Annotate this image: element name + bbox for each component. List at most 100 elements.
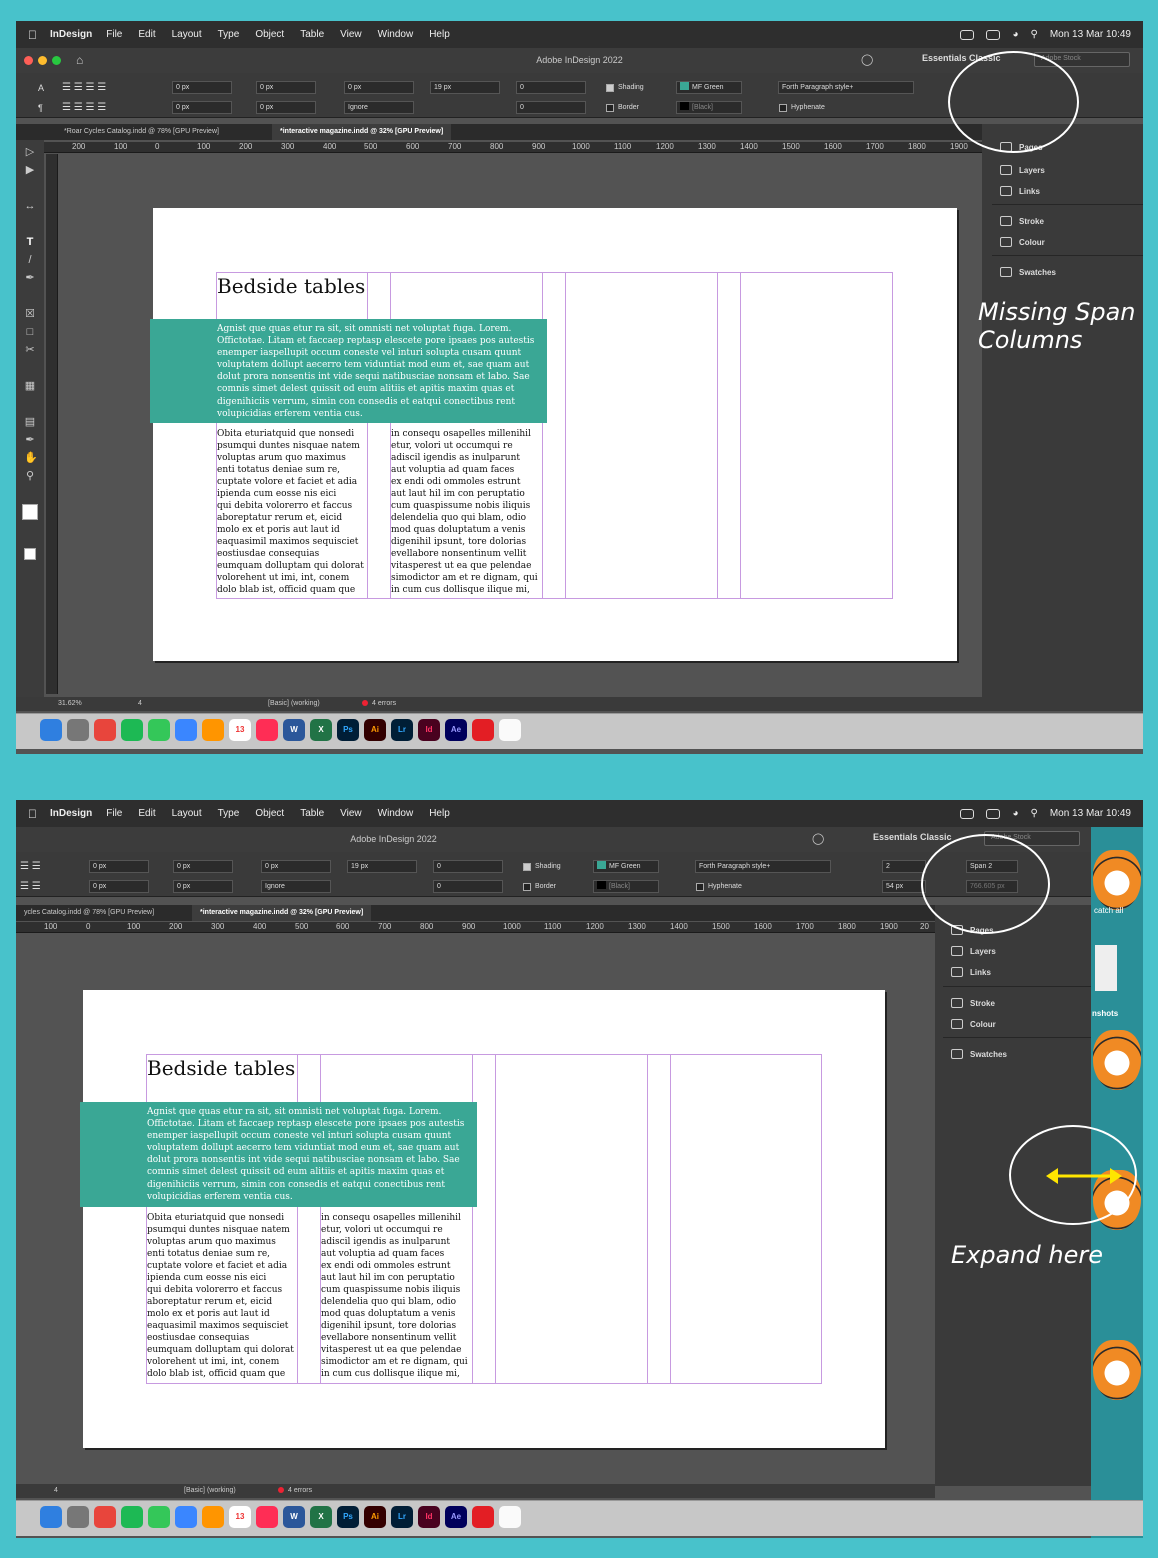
menu-help[interactable]: Help (429, 808, 450, 819)
note-tool-icon[interactable]: ▤ (24, 416, 36, 428)
hyphenate-checkbox[interactable] (696, 883, 704, 891)
chrome-icon[interactable] (94, 719, 116, 741)
shading-checkbox[interactable] (606, 84, 614, 92)
creative-cloud-icon[interactable] (960, 808, 975, 819)
direct-selection-tool-icon[interactable]: ▶ (24, 164, 36, 176)
gap-tool-icon[interactable]: ↔ (24, 200, 36, 212)
drop-cap-chars-field[interactable]: 0 (433, 880, 503, 893)
layers-panel-tab[interactable]: Layers (1000, 163, 1045, 177)
document-page[interactable]: Bedside tables Agnist que quas etur ra s… (80, 990, 885, 1448)
border-color-select[interactable]: [Black] (676, 101, 742, 114)
left-indent-field[interactable]: 0 px (172, 81, 232, 94)
body-column-1[interactable]: Obita eturiatquid que nonsedi psumqui du… (147, 1212, 303, 1384)
pen-tool-icon[interactable]: ✒ (24, 272, 36, 284)
tab-roar-cycles[interactable]: *Roar Cycles Catalog.indd @ 78% [GPU Pre… (56, 124, 227, 140)
document-page[interactable]: Bedside tables Agnist que quas etur ra s… (150, 208, 957, 661)
photos-icon[interactable] (202, 1506, 224, 1528)
menu-view[interactable]: View (340, 808, 362, 819)
safari-icon[interactable] (175, 719, 197, 741)
menu-edit[interactable]: Edit (138, 808, 155, 819)
border-color-select[interactable]: [Black] (593, 880, 659, 893)
colour-panel-tab[interactable]: Colour (951, 1017, 996, 1031)
columns-field[interactable]: 2 (882, 860, 926, 873)
formatting-container-icon[interactable] (24, 548, 36, 560)
stroke-panel-tab[interactable]: Stroke (951, 996, 995, 1010)
layers-panel-tab[interactable]: Layers (951, 944, 996, 958)
lightroom-icon[interactable]: Lr (391, 719, 413, 741)
apple-icon[interactable]:  (28, 807, 50, 821)
music-icon[interactable] (256, 1506, 278, 1528)
menu-layout[interactable]: Layout (172, 808, 202, 819)
spotify-icon[interactable] (121, 719, 143, 741)
trash-icon[interactable] (499, 719, 521, 741)
preflight-errors[interactable]: 4 errors (278, 1487, 312, 1494)
document-canvas[interactable]: Bedside tables Agnist que quas etur ra s… (16, 934, 935, 1486)
right-indent-field[interactable]: 0 px (256, 81, 316, 94)
menu-view[interactable]: View (340, 29, 362, 40)
right-indent-field[interactable]: 0 px (173, 860, 233, 873)
justify-icons[interactable]: ☰ ☰ (20, 881, 41, 892)
border-checkbox[interactable] (606, 104, 614, 112)
search-icon[interactable]: ⚲ (1031, 808, 1038, 819)
workspace-switcher[interactable]: Essentials Classic (873, 832, 952, 842)
messages-icon[interactable] (148, 1506, 170, 1528)
music-icon[interactable] (256, 719, 278, 741)
safari-icon[interactable] (175, 1506, 197, 1528)
lightbulb-icon[interactable]: ◯ (861, 53, 873, 66)
lightroom-icon[interactable]: Lr (391, 1506, 413, 1528)
document-thumbnail-icon[interactable] (1095, 945, 1117, 991)
body-column-2[interactable]: in consequ osapelles millenihil etur, vo… (391, 428, 545, 598)
apple-icon[interactable]:  (28, 28, 50, 42)
align-to-grid-select[interactable]: Ignore (261, 880, 331, 893)
hyphenate-checkbox[interactable] (779, 104, 787, 112)
trash-icon[interactable] (499, 1506, 521, 1528)
menu-window[interactable]: Window (378, 29, 414, 40)
illustrator-icon[interactable]: Ai (364, 1506, 386, 1528)
excel-icon[interactable]: X (310, 1506, 332, 1528)
calendar-icon[interactable]: 13 (229, 719, 251, 741)
links-panel-tab[interactable]: Links (1000, 184, 1040, 198)
clock[interactable]: Mon 13 Mar 10:49 (1050, 29, 1131, 40)
tab-interactive-magazine[interactable]: *interactive magazine.indd @ 32% [GPU Pr… (272, 124, 452, 140)
drop-cap-chars-field[interactable]: 0 (516, 101, 586, 114)
tab-interactive-magazine[interactable]: *interactive magazine.indd @ 32% [GPU Pr… (192, 905, 372, 921)
launchpad-icon[interactable] (67, 719, 89, 741)
line-tool-icon[interactable]: / (24, 254, 36, 266)
menu-object[interactable]: Object (255, 29, 284, 40)
finder-icon[interactable] (40, 1506, 62, 1528)
shaded-paragraph[interactable]: Agnist que quas etur ra sit, sit omnisti… (150, 319, 547, 423)
illustrator-icon[interactable]: Ai (364, 719, 386, 741)
stroke-panel-tab[interactable]: Stroke (1000, 214, 1044, 228)
menu-table[interactable]: Table (300, 29, 324, 40)
paragraph-style-select[interactable]: Forth Paragraph style+ (695, 860, 831, 873)
align-left-icon[interactable]: ☰ ☰ ☰ ☰ (62, 82, 106, 93)
zoom-tool-icon[interactable]: ⚲ (24, 470, 36, 482)
tiger-desktop-icon[interactable] (1093, 850, 1141, 910)
horizontal-ruler[interactable]: 200 100 0 100 200 300 400 500 600 700 80… (44, 142, 982, 153)
links-panel-tab[interactable]: Links (951, 965, 991, 979)
excel-icon[interactable]: X (310, 719, 332, 741)
menu-table[interactable]: Table (300, 808, 324, 819)
align-icons[interactable]: ☰ ☰ (20, 861, 41, 872)
battery-icon[interactable] (986, 29, 1001, 40)
space-before-field[interactable]: 0 px (344, 81, 414, 94)
after-effects-icon[interactable]: Ae (445, 719, 467, 741)
page-number-field[interactable]: 4 (54, 1487, 58, 1494)
fill-swatch[interactable] (22, 504, 38, 520)
word-icon[interactable]: W (283, 719, 305, 741)
menu-window[interactable]: Window (378, 808, 414, 819)
gutter-field[interactable]: 54 px (882, 880, 926, 893)
panel-dock-strip[interactable] (935, 905, 943, 1486)
photoshop-icon[interactable]: Ps (337, 1506, 359, 1528)
tiger-desktop-icon[interactable] (1093, 1340, 1141, 1400)
menu-type[interactable]: Type (218, 808, 240, 819)
gradient-tool-icon[interactable]: ▦ (24, 380, 36, 392)
finder-icon[interactable] (40, 719, 62, 741)
battery-icon[interactable] (986, 808, 1001, 819)
paragraph-style-select[interactable]: Forth Paragraph style+ (778, 81, 914, 94)
acrobat-icon[interactable] (472, 1506, 494, 1528)
drop-cap-lines-field[interactable]: 0 (433, 860, 503, 873)
first-line-indent-field[interactable]: 0 px (89, 880, 149, 893)
first-line-indent-field[interactable]: 0 px (172, 101, 232, 114)
wifi-icon[interactable]: ◕ (1012, 808, 1018, 819)
